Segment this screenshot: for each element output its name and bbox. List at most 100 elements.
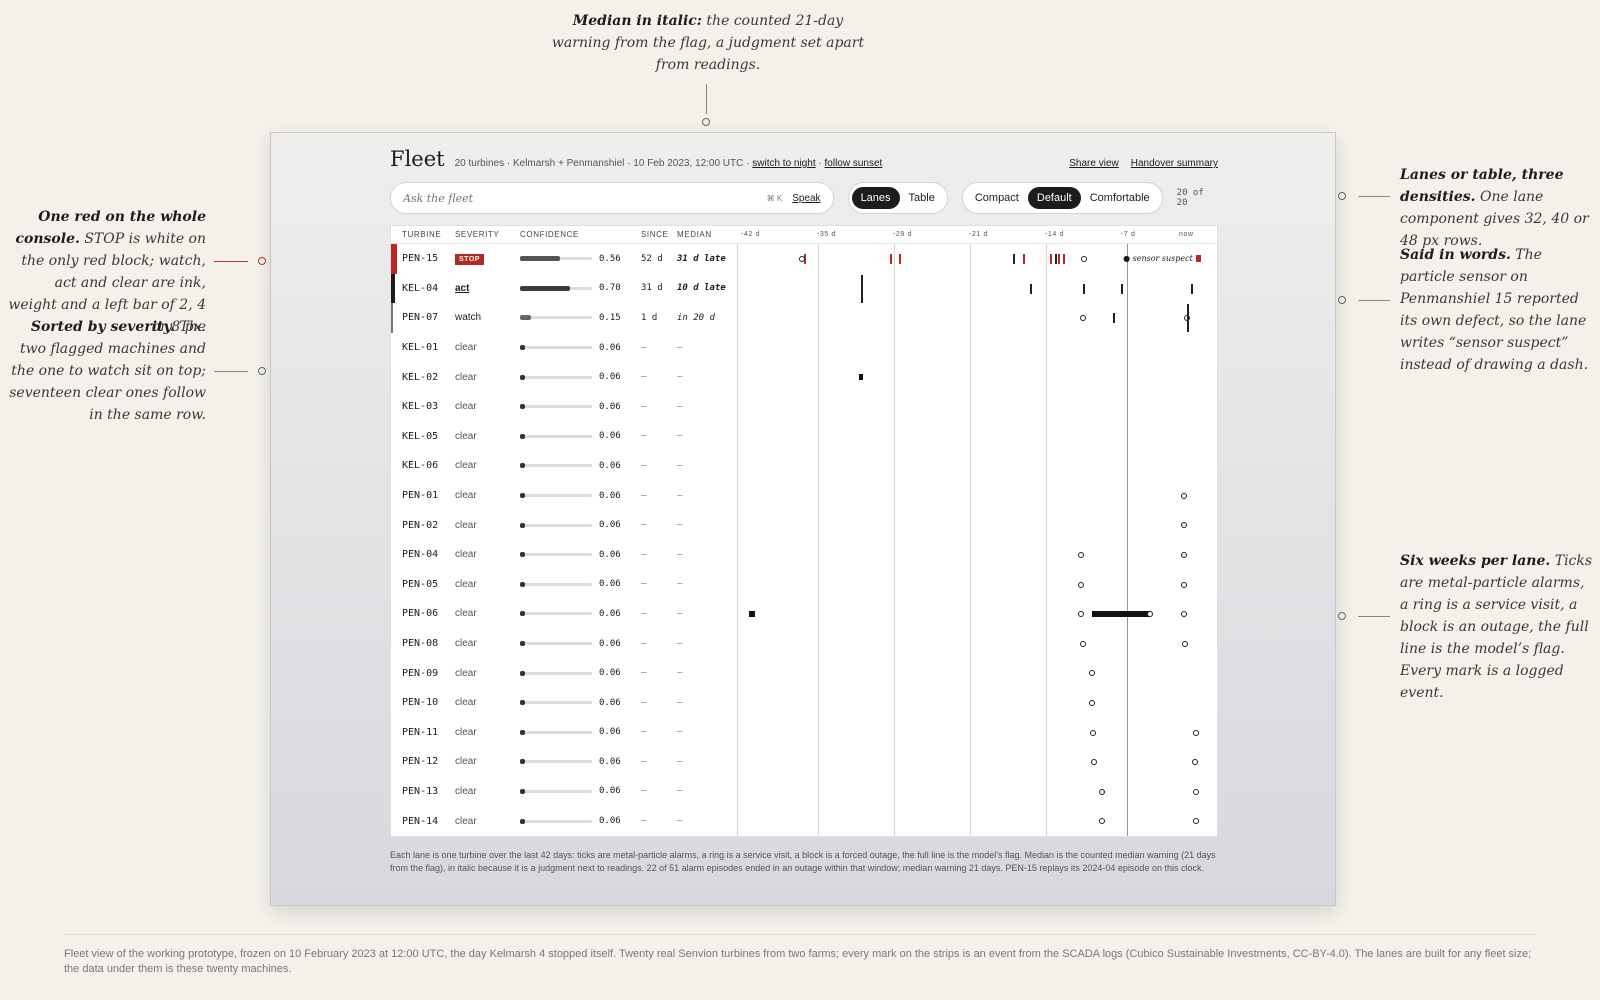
- switch-to-night-link[interactable]: switch to night: [752, 158, 815, 169]
- confidence-fill: [520, 700, 525, 706]
- week-gridline: [1046, 628, 1047, 659]
- share-view-link[interactable]: Share view: [1069, 158, 1118, 169]
- toolbar: ⌘ K Speak Lanes Table Compact Default Co…: [390, 181, 1218, 215]
- fleet-console: Fleet 20 turbines · Kelmarsh + Penmanshi…: [390, 147, 1218, 875]
- week-gridline: [970, 391, 971, 422]
- event-lane: [737, 599, 1217, 629]
- week-gridline: [818, 658, 819, 688]
- week-gridline: [970, 421, 971, 452]
- speak-button[interactable]: Speak: [792, 193, 820, 204]
- week-gridline: [818, 332, 819, 363]
- table-row[interactable]: KEL-06 clear 0.06 – –: [391, 451, 1217, 481]
- status-badge: clear: [455, 608, 477, 620]
- status-badge: clear: [455, 638, 477, 650]
- confidence-cell: 0.56: [520, 254, 641, 264]
- severity-cell: clear: [455, 490, 520, 501]
- search-input[interactable]: [403, 191, 767, 205]
- turbine-id: PEN-01: [402, 490, 439, 502]
- alarm-tick: [1013, 254, 1016, 264]
- table-row[interactable]: PEN-10 clear 0.06 – –: [391, 687, 1217, 718]
- table-row[interactable]: PEN-07 watch 0.15 1 d in 20 d: [391, 303, 1217, 333]
- service-ring: [1077, 611, 1084, 618]
- table-row[interactable]: PEN-09 clear 0.06 – –: [391, 658, 1217, 688]
- week-gridline: [970, 332, 971, 363]
- table-row[interactable]: PEN-11 clear 0.06 – –: [391, 717, 1217, 748]
- leader-left2: [214, 371, 248, 372]
- confidence-value: 0.06: [599, 579, 621, 590]
- alarm-tick: [899, 254, 902, 264]
- table-row[interactable]: PEN-12 clear 0.06 – –: [391, 747, 1217, 777]
- week-gridline: [1046, 303, 1047, 333]
- table-row[interactable]: PEN-13 clear 0.06 – –: [391, 776, 1217, 807]
- leader-dot: [1338, 612, 1346, 620]
- table-row[interactable]: PEN-15 STOP 0.56 52 d 31 d late ● sensor susp…: [391, 244, 1217, 274]
- status-badge: clear: [455, 430, 477, 442]
- confidence-cell: 0.06: [520, 609, 641, 619]
- model-flag-line: [861, 274, 864, 303]
- turbine-id: PEN-04: [402, 549, 439, 561]
- handover-summary-link[interactable]: Handover summary: [1131, 158, 1218, 169]
- confidence-track: [520, 611, 592, 617]
- severity-bar: [391, 273, 395, 304]
- annotation-lanes: Lanes or table, three densities. One lan…: [1400, 167, 1589, 249]
- table-row[interactable]: KEL-03 clear 0.06 – –: [391, 391, 1217, 422]
- table-row[interactable]: PEN-05 clear 0.06 – –: [391, 569, 1217, 600]
- confidence-fill: [520, 788, 525, 794]
- page-header: Fleet 20 turbines · Kelmarsh + Penmanshi…: [390, 147, 1218, 179]
- since-cell: –: [641, 520, 647, 531]
- flag-gridline: [1127, 539, 1129, 570]
- week-gridline: [1046, 539, 1047, 570]
- week-gridline: [818, 244, 819, 274]
- week-gridline: [970, 687, 971, 718]
- density-default-button[interactable]: Default: [1027, 187, 1081, 209]
- table-row[interactable]: PEN-02 clear 0.06 – –: [391, 510, 1217, 540]
- table-row[interactable]: PEN-14 clear 0.06 – –: [391, 806, 1217, 836]
- outage-block: [1091, 611, 1151, 618]
- table-row[interactable]: KEL-05 clear 0.06 – –: [391, 421, 1217, 452]
- confidence-cell: 0.06: [520, 402, 641, 412]
- confidence-track: [520, 818, 592, 824]
- density-compact-button[interactable]: Compact: [966, 187, 1028, 209]
- density-comfortable-button[interactable]: Comfortable: [1081, 187, 1159, 209]
- status-badge: clear: [455, 756, 477, 768]
- leader-top: [706, 84, 707, 114]
- view-table-button[interactable]: Table: [900, 187, 944, 209]
- since-cell: –: [641, 549, 647, 560]
- flag-gridline: [1127, 391, 1129, 422]
- severity-cell: clear: [455, 786, 520, 797]
- confidence-cell: 0.06: [520, 461, 641, 471]
- view-lanes-button[interactable]: Lanes: [851, 187, 900, 209]
- confidence-cell: 0.06: [520, 343, 641, 353]
- status-badge: clear: [455, 549, 477, 561]
- week-gridline: [970, 717, 971, 748]
- table-row[interactable]: PEN-08 clear 0.06 – –: [391, 628, 1217, 659]
- week-gridline: [818, 362, 819, 392]
- service-ring: [1077, 581, 1084, 588]
- alarm-tick: [1120, 283, 1123, 294]
- since-cell: –: [641, 431, 647, 442]
- week-gridline: [818, 303, 819, 333]
- table-row[interactable]: PEN-06 clear 0.06 – –: [391, 599, 1217, 629]
- table-row[interactable]: KEL-04 act 0.70 31 d 10 d late: [391, 273, 1217, 304]
- col-severity: SEVERITY: [455, 230, 500, 239]
- confidence-track: [520, 285, 592, 291]
- confidence-value: 0.06: [599, 460, 621, 471]
- event-lane: [737, 539, 1217, 570]
- table-row[interactable]: PEN-04 clear 0.06 – –: [391, 539, 1217, 570]
- flag-gridline: [1127, 510, 1129, 540]
- fleet-table: TURBINE SEVERITY CONFIDENCE SINCE MEDIAN…: [390, 225, 1218, 837]
- follow-sunset-link[interactable]: follow sunset: [825, 158, 883, 169]
- since-cell: –: [641, 727, 647, 738]
- table-row[interactable]: PEN-01 clear 0.06 – –: [391, 480, 1217, 511]
- annotation-said-in-words: Said in words. The particle sensor on Pe…: [1400, 247, 1589, 373]
- confidence-cell: 0.06: [520, 757, 641, 767]
- event-lane: [737, 421, 1217, 452]
- service-ring: [798, 256, 805, 262]
- week-gridline: [818, 599, 819, 629]
- confidence-value: 0.06: [599, 697, 621, 708]
- event-lane: ● sensor suspect: [737, 244, 1217, 274]
- service-ring: [1088, 670, 1095, 677]
- table-row[interactable]: KEL-02 clear 0.06 – –: [391, 362, 1217, 392]
- confidence-value: 0.06: [599, 756, 621, 767]
- table-row[interactable]: KEL-01 clear 0.06 – –: [391, 332, 1217, 363]
